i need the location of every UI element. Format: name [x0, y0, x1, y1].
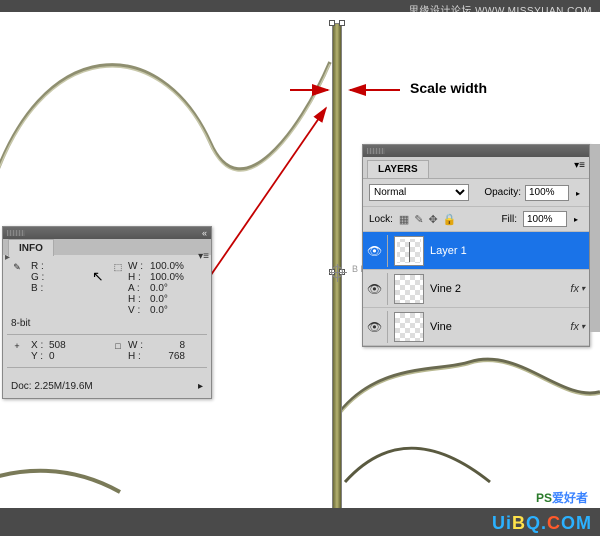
eyedropper-icon: ✎ — [11, 261, 23, 273]
info-b-label: B : — [31, 283, 106, 294]
panel-edge — [590, 144, 600, 332]
info-body: ✎ R : G : B : ⬚ W :100.0% H :100.0% A :0… — [3, 255, 211, 377]
transform-icon: ⬚ — [112, 261, 124, 273]
panel-header[interactable] — [363, 145, 589, 157]
info-hskew-label: H : — [128, 294, 150, 305]
info-tab[interactable]: INFO — [8, 239, 54, 256]
lock-position-icon[interactable]: ✥ — [429, 213, 438, 226]
info-vskew-label: V : — [128, 305, 150, 316]
expand-icon[interactable]: ▸ — [5, 252, 10, 263]
chevron-down-icon[interactable]: ▾ — [581, 322, 585, 331]
layer-thumbnail[interactable] — [394, 236, 424, 266]
fx-indicator[interactable]: fx▾ — [570, 321, 585, 333]
logo-bottom: UiBQ.COM — [492, 513, 592, 534]
info-w2-value: 8 — [150, 340, 203, 351]
info-h1-value: 100.0% — [150, 272, 203, 283]
visibility-icon[interactable]: 👁 — [367, 244, 381, 258]
visibility-icon[interactable]: 👁 — [367, 282, 381, 296]
layers-panel[interactable]: LAYERS ▾≡ Normal Opacity: 100%▸ Lock: ▦ … — [362, 144, 590, 347]
chevron-right-icon[interactable]: ▸ — [198, 381, 203, 392]
info-footer: Doc: 2.25M/19.6M ▸ — [3, 377, 211, 398]
lock-label: Lock: — [369, 214, 393, 225]
info-x-label: X : — [31, 340, 49, 351]
chevron-right-icon[interactable]: ▸ — [576, 189, 580, 198]
grip-icon[interactable] — [7, 230, 25, 236]
info-h1-label: H : — [128, 272, 150, 283]
lock-pixels-icon[interactable]: ✎ — [414, 213, 423, 226]
app-frame: 思缘设计论坛 WWW.MISSYUAN.COM B B — [0, 0, 600, 536]
info-vskew-value: 0.0° — [150, 305, 203, 316]
annotation-label: Scale width — [410, 80, 487, 96]
info-panel[interactable]: « ▸ INFO ▾≡ ✎ R : G : B : ⬚ W :100.0% H … — [2, 226, 212, 399]
layer-item[interactable]: 👁 Layer 1 — [363, 232, 589, 270]
dimensions-icon: □ — [112, 340, 124, 352]
lock-row: Lock: ▦ ✎ ✥ 🔒 Fill: 100%▸ — [363, 207, 589, 232]
visibility-icon[interactable]: 👁 — [367, 320, 381, 334]
info-a-value: 0.0° — [150, 283, 203, 294]
grip-icon[interactable] — [367, 148, 385, 154]
fill-label: Fill: — [501, 214, 517, 225]
chevron-down-icon[interactable]: ▾ — [581, 284, 585, 293]
info-r-label: R : — [31, 261, 106, 272]
fx-indicator[interactable]: fx▾ — [570, 283, 585, 295]
layer-item[interactable]: 👁 Vine 2 fx▾ — [363, 270, 589, 308]
blend-mode-select[interactable]: Normal — [369, 184, 469, 201]
layer-thumbnail[interactable] — [394, 274, 424, 304]
layer-thumbnail[interactable] — [394, 312, 424, 342]
info-hskew-value: 0.0° — [150, 294, 203, 305]
blend-row: Normal Opacity: 100%▸ — [363, 179, 589, 207]
chevron-right-icon[interactable]: ▸ — [574, 215, 578, 224]
info-h2-value: 768 — [150, 351, 203, 362]
panel-menu-icon[interactable]: ▾≡ — [574, 160, 585, 171]
lock-transparent-icon[interactable]: ▦ — [399, 213, 409, 226]
info-y-label: Y : — [31, 351, 49, 362]
info-w1-value: 100.0% — [150, 261, 203, 272]
info-g-label: G : — [31, 272, 106, 283]
layer-name[interactable]: Vine 2 — [430, 283, 564, 295]
layers-tab[interactable]: LAYERS — [367, 160, 429, 178]
info-x-value: 508 — [49, 340, 106, 351]
info-w2-label: W : — [128, 340, 150, 351]
crosshair-icon: + — [11, 340, 23, 352]
opacity-label: Opacity: — [484, 187, 521, 198]
collapse-icon[interactable]: « — [202, 228, 207, 238]
info-bit: 8-bit — [11, 318, 203, 329]
panel-header[interactable]: « — [3, 227, 211, 239]
opacity-field[interactable]: 100%▸ — [525, 185, 569, 201]
layer-name[interactable]: Vine — [430, 321, 564, 333]
panel-menu-icon[interactable]: ▾≡ — [198, 251, 209, 262]
fill-field[interactable]: 100%▸ — [523, 211, 567, 227]
lock-all-icon[interactable]: 🔒 — [443, 213, 457, 226]
layer-name[interactable]: Layer 1 — [430, 245, 585, 257]
info-y-value: 0 — [49, 351, 106, 362]
info-a-label: A : — [128, 283, 150, 294]
info-w1-label: W : — [128, 261, 150, 272]
info-h2-label: H : — [128, 351, 150, 362]
logo-small: PS爱好者 — [536, 489, 588, 506]
layer-item[interactable]: 👁 Vine fx▾ — [363, 308, 589, 346]
